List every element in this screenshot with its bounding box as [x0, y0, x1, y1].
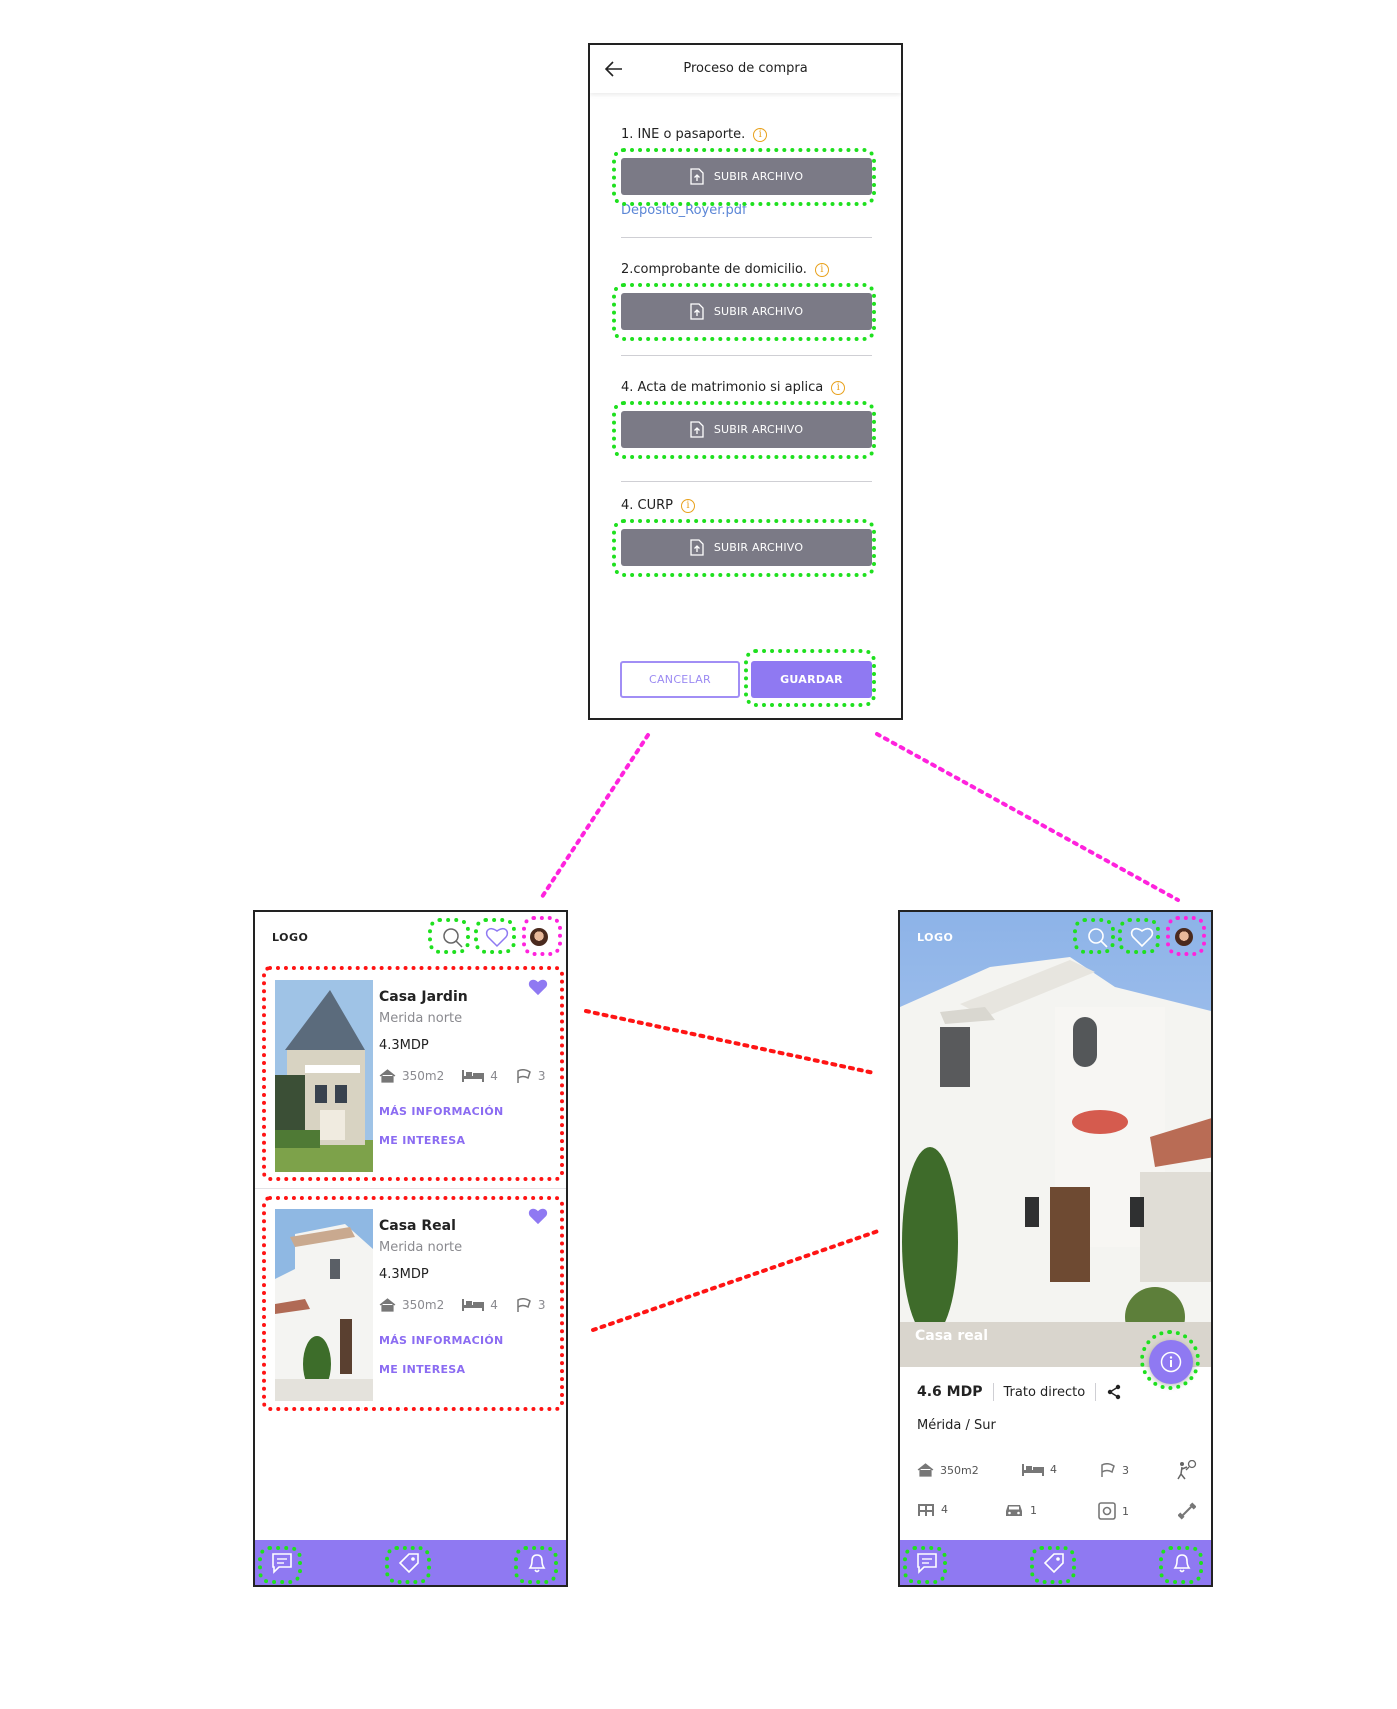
- annotation-highlight: [612, 401, 876, 459]
- annotation-highlight: [744, 649, 876, 707]
- property-location: Mérida / Sur: [917, 1418, 996, 1433]
- annotation-highlight: [522, 916, 562, 956]
- annotation-highlight: [385, 1546, 431, 1584]
- page-title: Proceso de compra: [683, 61, 808, 76]
- deal-type: Trato directo: [1003, 1384, 1086, 1400]
- amenity-value: 4: [1050, 1463, 1057, 1476]
- divider: [621, 481, 872, 482]
- tennis-icon: [1177, 1460, 1197, 1480]
- document-label-ine: 1. INE o pasaporte. i: [621, 127, 768, 142]
- divider: [621, 355, 872, 356]
- amenity-baths: 3: [1100, 1463, 1129, 1477]
- document-label-acta: 4. Acta de matrimonio si aplica i: [621, 380, 846, 395]
- amenity-value: 4: [941, 1502, 948, 1516]
- document-label-text: 4. CURP: [621, 498, 673, 513]
- bath-icon: [1101, 1463, 1115, 1477]
- purchase-header: Proceso de compra: [590, 45, 901, 93]
- bed-icon: [1022, 1463, 1044, 1476]
- annotation-highlight: [258, 1546, 302, 1584]
- annotation-highlight: [262, 966, 564, 1181]
- info-icon[interactable]: i: [753, 127, 768, 142]
- annotation-highlight: [612, 283, 876, 341]
- amenity-fence: 4: [917, 1502, 948, 1516]
- annotation-highlight: [428, 918, 470, 954]
- separator: [992, 1383, 994, 1401]
- logo: LOGO: [272, 931, 309, 944]
- document-label-domicilio: 2.comprobante de domicilio. i: [621, 262, 829, 277]
- share-icon[interactable]: [1106, 1384, 1122, 1400]
- logo: LOGO: [917, 931, 954, 944]
- document-label-curp: 4. CURP i: [621, 498, 695, 513]
- annotation-highlight: [1159, 1546, 1203, 1584]
- cancel-button[interactable]: CANCELAR: [620, 661, 740, 698]
- annotation-highlight: [903, 1546, 947, 1584]
- annotation-highlight: [262, 1196, 564, 1411]
- property-summary: 4.6 MDP Trato directo: [917, 1383, 1122, 1401]
- info-icon[interactable]: i: [831, 380, 846, 395]
- home-icon: [917, 1463, 934, 1477]
- annotation-highlight: [612, 148, 876, 206]
- property-hero-photo: [900, 912, 1211, 1367]
- gym-icon: [1178, 1502, 1196, 1520]
- amenity-value: 1: [1030, 1503, 1037, 1517]
- safe-icon: [1098, 1502, 1116, 1520]
- fence-icon: [918, 1504, 934, 1516]
- info-icon[interactable]: i: [814, 262, 829, 277]
- annotation-highlight: [1118, 918, 1160, 954]
- document-label-text: 4. Acta de matrimonio si aplica: [621, 380, 824, 395]
- document-label-text: 1. INE o pasaporte.: [621, 127, 746, 142]
- photo-caption: Casa real: [915, 1328, 989, 1344]
- purchase-process-screen: Proceso de compra 1. INE o pasaporte. i …: [588, 43, 903, 720]
- annotation-highlight: [474, 918, 516, 954]
- amenity-value: 3: [1122, 1463, 1129, 1477]
- property-detail-screen: LOGO Casa real 4.6 MDP Trato directo Mér…: [898, 910, 1213, 1587]
- annotation-highlight: [514, 1546, 558, 1584]
- amenity-cars: 1: [1004, 1502, 1037, 1518]
- property-price: 4.6 MDP: [917, 1384, 983, 1400]
- separator: [1095, 1383, 1097, 1401]
- annotation-highlight: [1166, 916, 1206, 956]
- annotation-highlight: [1073, 918, 1115, 954]
- annotation-highlight: [612, 519, 876, 577]
- amenity-safe: 1: [1098, 1502, 1129, 1520]
- divider: [621, 237, 872, 238]
- car-icon: [1006, 1505, 1022, 1516]
- document-label-text: 2.comprobante de domicilio.: [621, 262, 807, 277]
- amenity-value: 1: [1122, 1504, 1129, 1518]
- annotation-highlight: [1140, 1330, 1200, 1390]
- amenity-area: 350m2: [917, 1463, 979, 1477]
- amenity-value: 350m2: [940, 1463, 979, 1477]
- amenity-beds: 4: [1022, 1463, 1057, 1476]
- info-icon[interactable]: i: [681, 498, 695, 513]
- annotation-highlight: [1030, 1546, 1076, 1584]
